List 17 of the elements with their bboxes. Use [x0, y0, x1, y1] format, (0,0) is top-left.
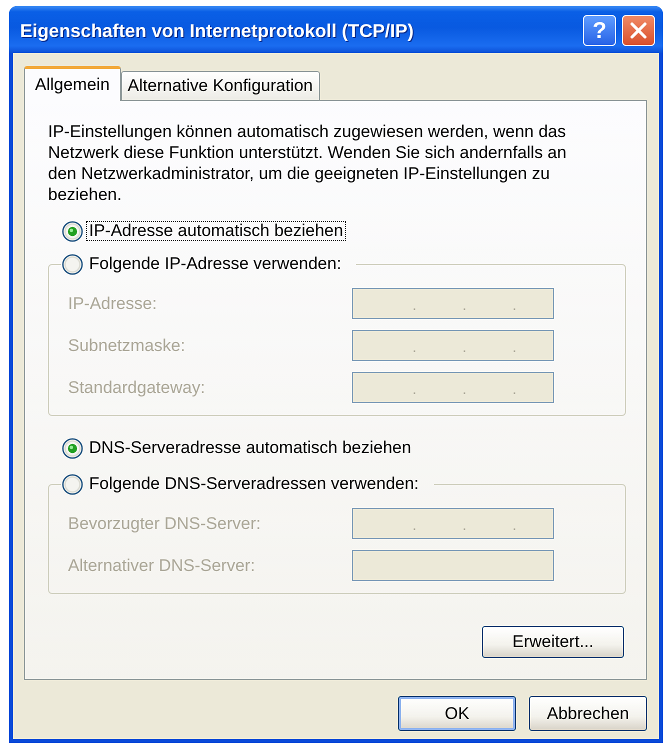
window-title: Eigenschaften von Internetprotokoll (TCP/IP) — [20, 20, 414, 42]
tab[interactable]: Allgemein — [24, 66, 121, 101]
field-label: IP-Adresse: — [68, 294, 158, 314]
cancel-button[interactable]: Abbrechen — [529, 696, 647, 731]
close-button[interactable] — [622, 15, 655, 46]
advanced-button[interactable]: Erweitert... — [482, 626, 624, 658]
close-icon — [630, 22, 647, 39]
field-label: Standardgateway: — [68, 378, 206, 398]
field-label: Alternativer DNS-Server: — [68, 556, 256, 576]
description-text: IP-Einstellungen können automatisch zugewiesen werden, wenn das Netzwerk diese Funktion unterstützt. Wenden Sie sich andernfalls an den Netzwerkadministrator, um die geeigneten IP-Einstellungen zu beziehen. — [48, 121, 568, 205]
field-label: Bevorzugter DNS-Server: — [68, 514, 262, 534]
radio-option[interactable]: DNS-Serveradresse automatisch beziehen — [62, 437, 414, 459]
field-label: Subnetzmaske: — [68, 336, 186, 356]
tab[interactable]: Alternative Konfiguration — [120, 71, 320, 100]
ok-button[interactable]: OK — [398, 696, 516, 731]
radio-option[interactable]: Folgende DNS-Serveradressen verwenden: — [62, 473, 422, 495]
radio-option[interactable]: Folgende IP-Adresse verwenden: — [62, 253, 344, 275]
